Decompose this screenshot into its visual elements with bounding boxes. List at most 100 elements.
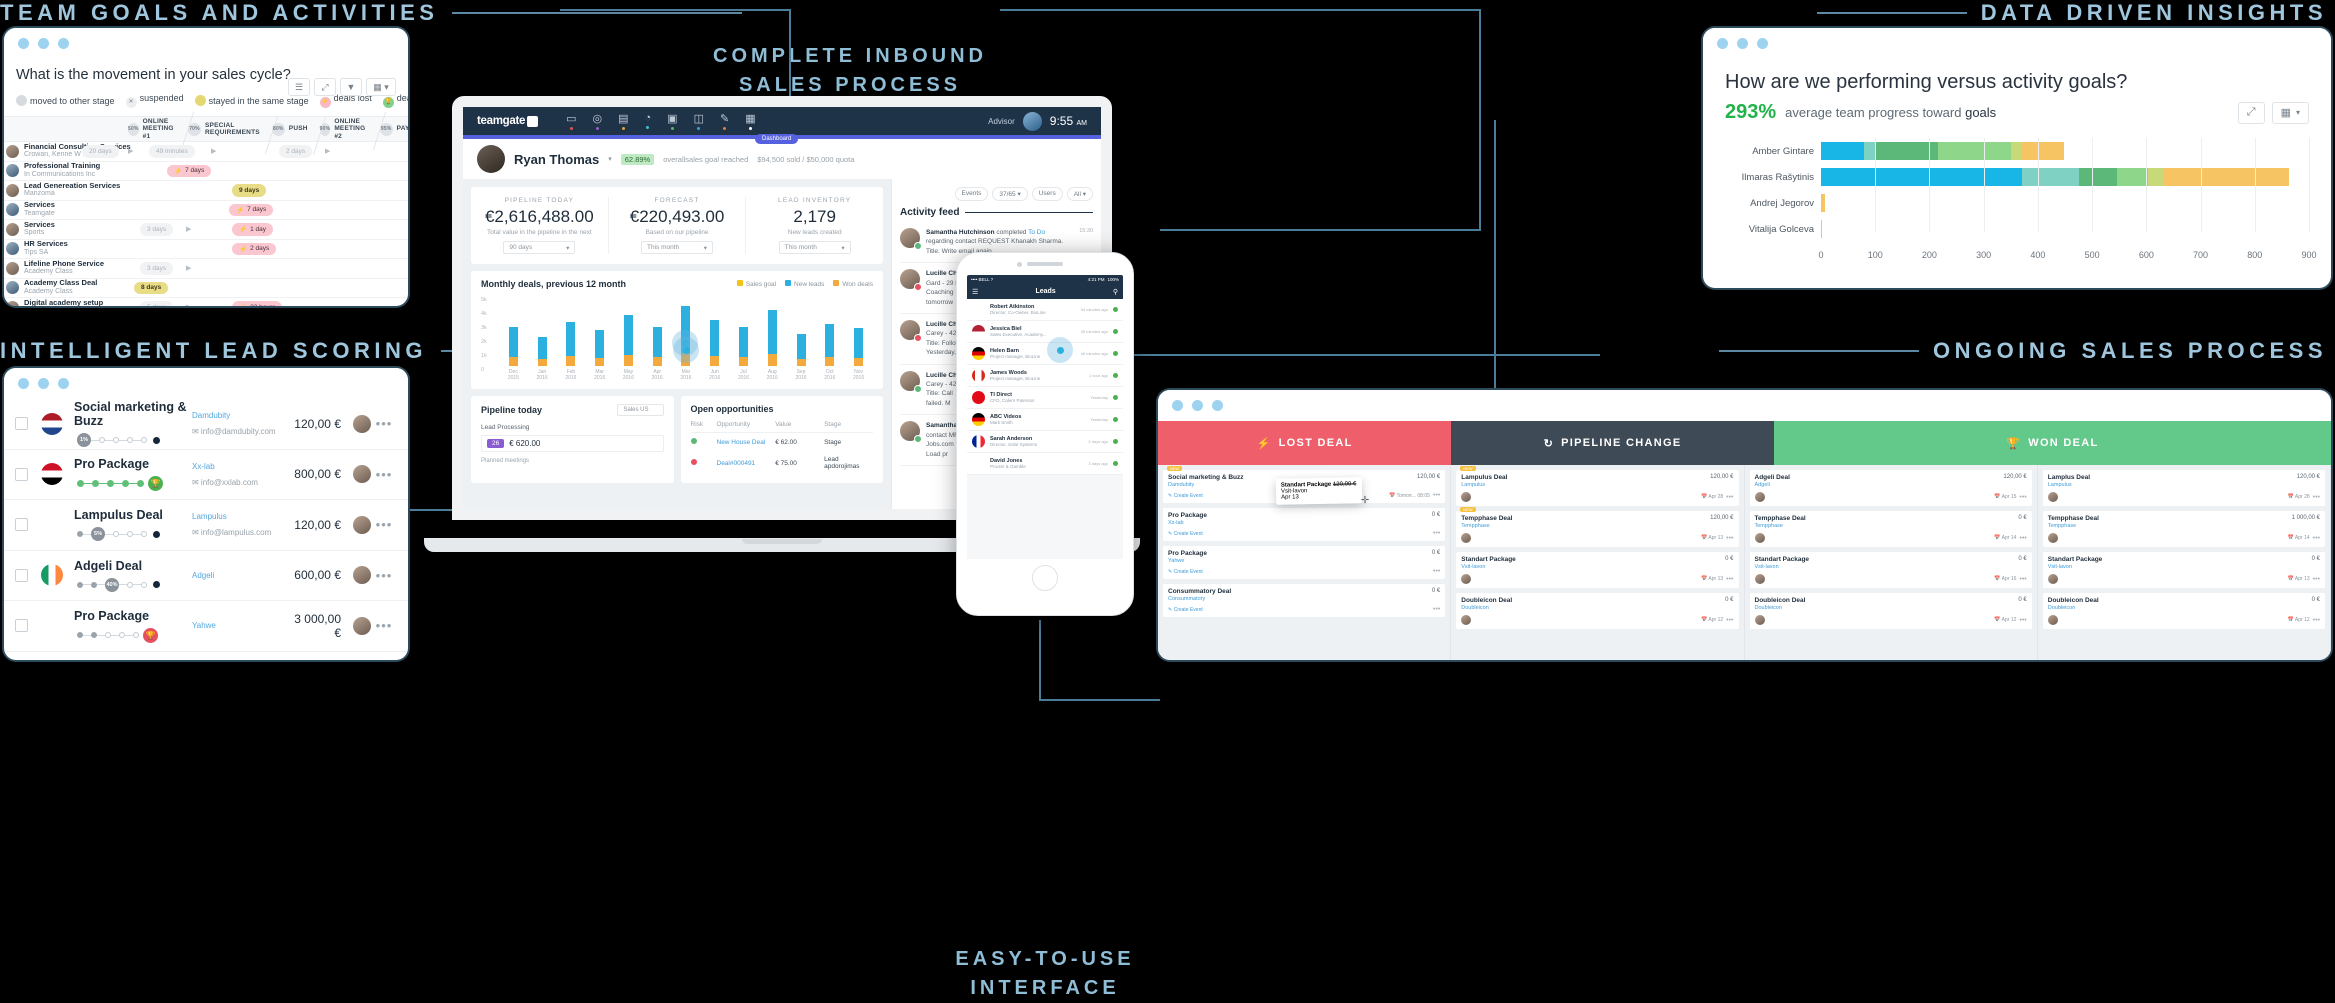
- card-menu-icon[interactable]: •••: [2019, 494, 2026, 501]
- card-menu-icon[interactable]: •••: [1726, 535, 1733, 542]
- feed-filter-button[interactable]: 37/65 ▾: [992, 187, 1027, 201]
- card-menu-icon[interactable]: •••: [2019, 535, 2026, 542]
- calendar-icon[interactable]: ▦ ▾: [2272, 102, 2309, 124]
- hotspot-chart[interactable]: [673, 337, 699, 363]
- list-item[interactable]: Helen BarnProject manager, BioLine46 min…: [967, 343, 1123, 365]
- deal-card[interactable]: Pro Package0 €Yahwe✎ Create Event•••: [1163, 546, 1445, 579]
- hotspot-phone[interactable]: [1047, 337, 1073, 363]
- expand-icon[interactable]: ⤢: [2238, 102, 2265, 124]
- card-menu-icon[interactable]: •••: [1433, 492, 1440, 499]
- deal-card[interactable]: Adgeli Deal120,00 €Adgeli📅 Apr 15•••: [1750, 470, 2032, 506]
- lead-company-link[interactable]: Xx-lab: [192, 462, 288, 471]
- chevron-down-icon[interactable]: ▾: [608, 155, 612, 163]
- hamburger-icon[interactable]: ☰: [972, 288, 978, 296]
- list-item[interactable]: Sarah AndersonDirector, Solar Systems2 d…: [967, 431, 1123, 453]
- calendar-icon[interactable]: ▦ ▾: [366, 78, 396, 96]
- filter-icon[interactable]: ▼: [340, 78, 362, 96]
- lead-company-link[interactable]: Adgeli: [192, 571, 288, 580]
- list-item[interactable]: James WoodsProject manager, BioLine1 hou…: [967, 365, 1123, 387]
- deal-card[interactable]: Standart Package0 €Vsit-lavon📅 Apr 13•••: [2043, 552, 2325, 588]
- insights-buttons[interactable]: ⤢ ▦ ▾: [2238, 102, 2309, 124]
- deal-card[interactable]: NEWLampulus Deal120,00 €Lampulus📅 Apr 28…: [1456, 470, 1738, 506]
- table-row[interactable]: HR ServicesTips SA⚡2 days: [4, 240, 408, 260]
- card-menu-icon[interactable]: •••: [2019, 617, 2026, 624]
- pipeline-select-value[interactable]: Sales US: [617, 404, 663, 416]
- target-icon[interactable]: ◎: [593, 112, 603, 130]
- stage-header-cell[interactable]: 70%SPECIALREQUIREMENTS: [182, 122, 266, 137]
- avatar[interactable]: [353, 617, 371, 635]
- chat-icon[interactable]: ▣: [667, 112, 677, 130]
- card-menu-icon[interactable]: •••: [1726, 494, 1733, 501]
- create-event-link[interactable]: ✎ Create Event: [1168, 493, 1203, 499]
- list-item[interactable]: Lampulus Deal5%Lampulus✉ info@lampulus.c…: [4, 500, 408, 551]
- feed-filter-button[interactable]: Events: [955, 187, 989, 201]
- create-event-link[interactable]: ✎ Create Event: [1168, 607, 1203, 613]
- list-item[interactable]: David JonesProcter & Gamble3 days ago: [967, 453, 1123, 475]
- table-row[interactable]: Digital academy setupCandlelight Table M…: [4, 298, 408, 306]
- deal-card[interactable]: Tempphase Deal0 €Tempphase📅 Apr 14•••: [1750, 511, 2032, 547]
- kpi-select[interactable]: 90 days▾: [503, 241, 575, 254]
- row-menu-icon[interactable]: •••: [371, 467, 397, 482]
- list-item[interactable]: TI DirectCFO, Calern PatersonYesterday: [967, 387, 1123, 409]
- kpi-select[interactable]: This month▾: [641, 241, 713, 254]
- create-event-link[interactable]: ✎ Create Event: [1168, 569, 1203, 575]
- row-checkbox[interactable]: [15, 468, 28, 481]
- feed-filter-button[interactable]: Users: [1032, 187, 1063, 201]
- deal-card[interactable]: Lamplus Deal120,00 €Lampulus📅 Apr 28•••: [2043, 470, 2325, 506]
- deal-card[interactable]: Consummatory Deal0 €Consummatory✎ Create…: [1163, 584, 1445, 617]
- deal-card[interactable]: Doubleicon Deal0 €Doubleicon📅 Apr 12•••: [1750, 593, 2032, 629]
- card-menu-icon[interactable]: •••: [2313, 535, 2320, 542]
- stage-header-cell[interactable]: 90%ONLINEMEETING #2: [314, 118, 374, 140]
- lead-company-link[interactable]: Damdubity: [192, 411, 288, 420]
- tag-icon[interactable]: ✎: [720, 112, 729, 130]
- card-menu-icon[interactable]: •••: [1726, 576, 1733, 583]
- row-menu-icon[interactable]: •••: [371, 618, 397, 633]
- avatar[interactable]: [353, 415, 371, 433]
- card-menu-icon[interactable]: •••: [1726, 617, 1733, 624]
- deal-card[interactable]: Doubleicon Deal0 €Doubleicon📅 Apr 12•••: [2043, 593, 2325, 629]
- lead-company-link[interactable]: Yahwe: [192, 621, 288, 630]
- list-item[interactable]: ABC VideosMark SmithYesterday: [967, 409, 1123, 431]
- lead-company-link[interactable]: Lampulus: [192, 512, 288, 521]
- topnav-icons[interactable]: ▭◎▤◔▣◫✎▦: [566, 112, 756, 130]
- list-item[interactable]: Pro Package🏆Yahwe3 000,00 €•••: [4, 601, 408, 652]
- feed-filter-button[interactable]: All ▾: [1067, 187, 1093, 201]
- stage-header-cell[interactable]: 50%ONLINEMEETING #1: [122, 118, 182, 140]
- opportunity-link[interactable]: New House Deal: [717, 439, 766, 446]
- list-item[interactable]: Robert AtkinstonDirector, Co-Owner, BioL…: [967, 299, 1123, 321]
- row-checkbox[interactable]: [15, 619, 28, 632]
- avatar[interactable]: [353, 516, 371, 534]
- card-menu-icon[interactable]: •••: [2313, 617, 2320, 624]
- list-item[interactable]: Adgeli Deal40%Adgeli600,00 €•••: [4, 551, 408, 602]
- sales-cycle-toolbar[interactable]: ☰ ⤢ ▼ ▦ ▾: [288, 78, 396, 96]
- list-item[interactable]: Jessica BielSales Executive, Academy...3…: [967, 321, 1123, 343]
- feed-target[interactable]: To Do: [1028, 229, 1045, 236]
- advisor-label[interactable]: Advisor: [988, 117, 1015, 126]
- card-menu-icon[interactable]: •••: [1433, 568, 1440, 575]
- board-column-header[interactable]: ⚡LOST DEAL: [1158, 421, 1451, 465]
- row-menu-icon[interactable]: •••: [371, 416, 397, 431]
- dragging-card[interactable]: Standart Package 120,00 € Vsit-lavon Apr…: [1276, 477, 1362, 504]
- stage-header-cell[interactable]: 95%PAYMENT: [374, 123, 408, 136]
- board-column-header[interactable]: 🏆WON DEAL: [1774, 421, 2331, 465]
- user-avatar[interactable]: [477, 145, 505, 173]
- table-row[interactable]: Deal#000491€ 75.00Lead apdorojimas: [691, 451, 874, 475]
- card-menu-icon[interactable]: •••: [2313, 494, 2320, 501]
- table-row[interactable]: New House Deal€ 62.00Stage: [691, 433, 874, 451]
- row-checkbox[interactable]: [15, 417, 28, 430]
- deal-card[interactable]: Pro Package0 €Xx-lab✎ Create Event•••: [1163, 508, 1445, 541]
- card-menu-icon[interactable]: •••: [1433, 530, 1440, 537]
- deal-card[interactable]: Standart Package0 €Vsit-lavon📅 Apr 16•••: [1750, 552, 2032, 588]
- row-checkbox[interactable]: [15, 569, 28, 582]
- deal-card[interactable]: Tempphase Deal1 000,00 €Tempphase📅 Apr 1…: [2043, 511, 2325, 547]
- table-row[interactable]: ServicesSports3 days▶⚡1 day: [4, 220, 408, 240]
- avatar[interactable]: [353, 566, 371, 584]
- contacts-icon[interactable]: ▤: [618, 112, 628, 130]
- expand-icon[interactable]: ⤢: [314, 78, 336, 96]
- briefcase-icon[interactable]: ▭: [566, 112, 576, 130]
- card-menu-icon[interactable]: •••: [2019, 576, 2026, 583]
- list-item[interactable]: Social marketing & Buzz1%Damdubity✉ info…: [4, 399, 408, 450]
- activity-feed-filters[interactable]: Events37/65 ▾ Users All ▾: [900, 187, 1093, 201]
- card-menu-icon[interactable]: •••: [1433, 606, 1440, 613]
- board-column-header[interactable]: ↻PIPELINE CHANGE: [1451, 421, 1774, 465]
